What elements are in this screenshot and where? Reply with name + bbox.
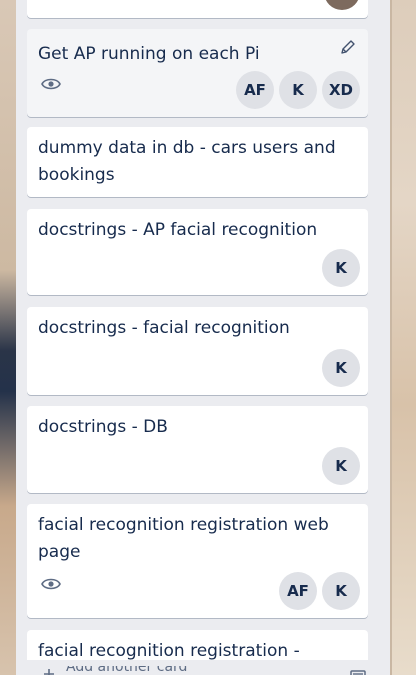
avatar[interactable]: K bbox=[322, 249, 360, 287]
card[interactable]: docstrings - facial recognition K bbox=[27, 307, 368, 395]
add-card-button[interactable]: Add another card bbox=[66, 666, 187, 675]
list-column: Get AP running on each Pi AF K XD dummy … bbox=[16, 0, 390, 675]
card-members: K bbox=[322, 249, 360, 287]
plus-icon[interactable] bbox=[44, 664, 54, 675]
card-members: AF K XD bbox=[236, 71, 360, 109]
avatar[interactable]: AF bbox=[236, 71, 274, 109]
card-title: docstrings - facial recognition bbox=[38, 318, 290, 338]
card-members: K bbox=[322, 349, 360, 387]
card-title: docstrings - AP facial recognition bbox=[38, 220, 318, 240]
pencil-icon[interactable] bbox=[340, 39, 356, 59]
card[interactable]: facial recognition registration web page… bbox=[27, 504, 368, 618]
board-background-left bbox=[0, 0, 16, 675]
card[interactable]: docstrings - DB K bbox=[27, 406, 368, 493]
avatar[interactable]: K bbox=[322, 572, 360, 610]
card-members: K bbox=[322, 447, 360, 485]
avatar[interactable]: K bbox=[279, 71, 317, 109]
list-footer: Add another card bbox=[16, 660, 390, 675]
card-members: AF K bbox=[279, 572, 360, 610]
card-title: docstrings - DB bbox=[38, 417, 168, 437]
card[interactable]: docstrings - AP facial recognition K bbox=[27, 209, 368, 295]
avatar[interactable]: XD bbox=[322, 71, 360, 109]
template-icon[interactable] bbox=[350, 665, 366, 675]
board-background-right bbox=[392, 0, 416, 675]
card-title: dummy data in db - cars users and bookin… bbox=[38, 138, 336, 185]
avatar[interactable]: AF bbox=[279, 572, 317, 610]
card-title: Get AP running on each Pi bbox=[38, 44, 260, 64]
card[interactable] bbox=[27, 0, 368, 18]
avatar[interactable]: K bbox=[322, 447, 360, 485]
card[interactable]: dummy data in db - cars users and bookin… bbox=[27, 127, 368, 197]
eye-icon bbox=[41, 76, 61, 95]
eye-icon bbox=[41, 576, 61, 595]
card-title: facial recognition registration web page bbox=[38, 515, 329, 562]
avatar[interactable]: K bbox=[322, 349, 360, 387]
avatar bbox=[324, 0, 360, 10]
card[interactable]: Get AP running on each Pi AF K XD bbox=[27, 29, 368, 117]
